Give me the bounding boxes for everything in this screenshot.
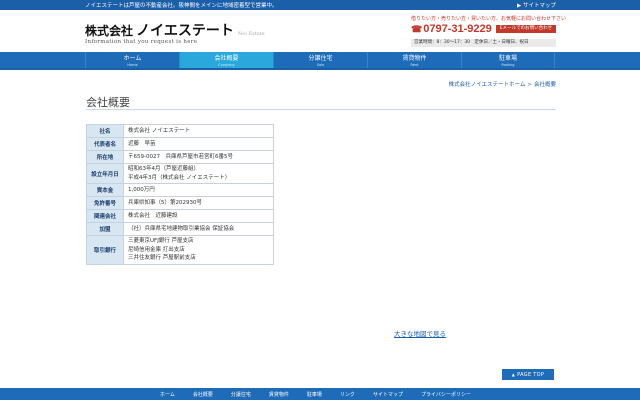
nav-sub-label: Sale bbox=[316, 63, 325, 67]
row-value-line: 三井住友銀行 芦屋駅前支店 bbox=[128, 255, 196, 261]
row-value-line: 昭和63年4月（芦屋近藤組） bbox=[128, 166, 199, 172]
nav-label[interactable]: 駐車場 bbox=[499, 55, 517, 62]
footer-link[interactable]: プライバシーポリシー bbox=[421, 391, 471, 398]
table-row: 設立年月日 昭和63年4月（芦屋近藤組） 平成4年3月（株式会社 ノイエステート） bbox=[86, 163, 274, 184]
page-top-label[interactable]: PAGE TOP bbox=[517, 372, 544, 378]
nav-label[interactable]: 分譲住宅 bbox=[308, 55, 332, 62]
table-row: 所在地 〒659-0027 兵庫県芦屋市若宮町6番5号 bbox=[86, 150, 274, 164]
nav-item-company[interactable]: 会社概要 Company bbox=[179, 52, 273, 68]
table-row: 社名 株式会社 ノイエステート bbox=[86, 124, 274, 138]
table-row: 関連会社 株式会社 近藤建設 bbox=[86, 209, 274, 223]
row-value-line: 近藤 早苗 bbox=[128, 140, 156, 147]
table-row: 免許番号 兵庫県知事（5）第202930号 bbox=[86, 196, 274, 210]
row-label: 加盟 bbox=[86, 222, 124, 236]
sitemap-label[interactable]: サイトマップ bbox=[523, 3, 556, 9]
logo-company-name: ノイエステート bbox=[136, 23, 234, 39]
row-label: 関連会社 bbox=[86, 209, 124, 223]
footer-link[interactable]: 駐車場 bbox=[307, 391, 322, 398]
row-value: 株式会社 近藤建設 bbox=[123, 209, 274, 223]
breadcrumb-current[interactable]: 会社概要 bbox=[534, 82, 556, 88]
global-nav: ホーム Home 会社概要 Company 分譲住宅 Sale 賃貸物件 Rent 駐車… bbox=[0, 52, 640, 70]
row-value: 株式会社 ノイエステート bbox=[123, 124, 274, 138]
page-title: 会社概要 bbox=[86, 96, 130, 109]
contact-message: 借りたい方・売りたい方・買いたい方、お気軽にお問い合わせ下さい bbox=[411, 16, 567, 22]
nav-label[interactable]: 賃貸物件 bbox=[402, 55, 426, 62]
page-top-button[interactable]: ▲ PAGE TOP bbox=[502, 369, 554, 380]
phone-icon: ☎ bbox=[411, 24, 423, 34]
catch-copy: Information that you request is here bbox=[85, 39, 198, 45]
nav-item-parking[interactable]: 駐車場 Parking bbox=[461, 52, 555, 68]
top-bar: ノイエステートは芦屋の不動産会社。阪神間をメインに地域密着型で営業中。 ▶ サイ… bbox=[0, 0, 640, 10]
breadcrumb-separator: > bbox=[527, 82, 532, 88]
nav-label[interactable]: 会社概要 bbox=[214, 55, 238, 62]
row-label: 社名 bbox=[86, 124, 124, 138]
footer-links: ホーム 会社概要 分譲住宅 賃貸物件 駐車場 リンク サイトマップ プライバシー… bbox=[160, 391, 489, 398]
business-hours: 営業時間：8：30～17：30 定休日／土・日曜日、祝日 bbox=[411, 39, 556, 47]
title-divider bbox=[86, 109, 556, 110]
company-info-body: 社名 株式会社 ノイエステート 代表者名 近藤 早苗 所在地 〒659-0027 兵庫県芦… bbox=[86, 124, 274, 265]
row-value-line: 兵庫県知事（5）第202930号 bbox=[128, 199, 202, 206]
row-value-line: 1,000万円 bbox=[128, 186, 155, 193]
nav-sub-label: Company bbox=[218, 63, 235, 67]
footer-link[interactable]: 分譲住宅 bbox=[231, 391, 251, 398]
row-label: 代表者名 bbox=[86, 137, 124, 151]
site-footer: ホーム 会社概要 分譲住宅 賃貸物件 駐車場 リンク サイトマップ プライバシー… bbox=[0, 388, 640, 400]
triangle-up-icon: ▲ bbox=[511, 372, 516, 377]
table-row: 加盟 （社）兵庫県宅地建物取引業協会 保証協会 bbox=[86, 222, 274, 236]
table-row: 資本金 1,000万円 bbox=[86, 183, 274, 197]
row-value: （社）兵庫県宅地建物取引業協会 保証協会 bbox=[123, 222, 274, 236]
row-value-line: （社）兵庫県宅地建物取引業協会 保証協会 bbox=[128, 225, 235, 232]
row-value-line: 〒659-0027 兵庫県芦屋市若宮町6番5号 bbox=[128, 153, 233, 160]
nav-item-rent[interactable]: 賃貸物件 Rent bbox=[367, 52, 461, 68]
email-contact-button[interactable]: Eメールでのお問い合わせ bbox=[496, 25, 556, 33]
tagline: ノイエステートは芦屋の不動産会社。阪神間をメインに地域密着型で営業中。 bbox=[85, 3, 278, 9]
company-info-table: 社名 株式会社 ノイエステート 代表者名 近藤 早苗 所在地 〒659-0027 兵庫県芦… bbox=[86, 124, 274, 265]
nav-sub-label: Parking bbox=[501, 63, 515, 67]
nav-label[interactable]: ホーム bbox=[124, 55, 142, 62]
sitemap-link[interactable]: ▶ サイトマップ bbox=[517, 1, 556, 9]
phone-number[interactable]: ☎0797-31-9229 bbox=[411, 23, 492, 35]
footer-link[interactable]: サイトマップ bbox=[373, 391, 403, 398]
footer-link[interactable]: 会社概要 bbox=[193, 391, 213, 398]
row-value-line: 平成4年3月（株式会社 ノイエステート） bbox=[128, 174, 231, 181]
nav-item-home[interactable]: ホーム Home bbox=[85, 52, 179, 68]
row-value-line: 尼崎信用金庫 打出支店 bbox=[128, 246, 185, 253]
row-value-line: 株式会社 ノイエステート bbox=[128, 127, 191, 134]
row-value: 昭和63年4月（芦屋近藤組） 平成4年3月（株式会社 ノイエステート） bbox=[123, 163, 274, 184]
footer-link[interactable]: ホーム bbox=[160, 391, 175, 398]
nav-sub-label: Home bbox=[127, 63, 138, 67]
table-row: 代表者名 近藤 早苗 bbox=[86, 137, 274, 151]
logo-en-mark: Noi Estate bbox=[237, 31, 265, 37]
row-label: 取引銀行 bbox=[86, 235, 124, 265]
row-value: 兵庫県知事（5）第202930号 bbox=[123, 196, 274, 210]
phone-text[interactable]: 0797-31-9229 bbox=[423, 23, 492, 35]
row-value: 三菱東京UFJ銀行 芦屋支店 尼崎信用金庫 打出支店三井住友銀行 芦屋駅前支店 bbox=[123, 235, 274, 265]
contact-box: 借りたい方・売りたい方・買いたい方、お気軽にお問い合わせ下さい ☎0797-31… bbox=[411, 14, 566, 50]
row-label: 所在地 bbox=[86, 150, 124, 164]
large-map-link[interactable]: 大きな地図で見る bbox=[394, 328, 446, 338]
site-logo[interactable]: 株式会社 ノイエステート Noi Estate bbox=[85, 20, 265, 40]
site-header: 株式会社 ノイエステート Noi Estate Information that y… bbox=[0, 10, 640, 52]
row-value: 1,000万円 bbox=[123, 183, 274, 197]
nav-item-sale[interactable]: 分譲住宅 Sale bbox=[273, 52, 367, 68]
row-label: 免許番号 bbox=[86, 196, 124, 210]
nav-sub-label: Rent bbox=[410, 63, 419, 67]
row-value-line: 株式会社 近藤建設 bbox=[128, 212, 178, 219]
row-label: 設立年月日 bbox=[86, 163, 124, 184]
footer-link[interactable]: 賃貸物件 bbox=[269, 391, 289, 398]
footer-link[interactable]: リンク bbox=[340, 391, 355, 398]
row-label: 資本金 bbox=[86, 183, 124, 197]
breadcrumb: 株式会社ノイエステートホーム > 会社概要 bbox=[449, 80, 556, 88]
row-value: 〒659-0027 兵庫県芦屋市若宮町6番5号 bbox=[123, 150, 274, 164]
row-value-line: 三菱東京UFJ銀行 芦屋支店 bbox=[128, 238, 194, 244]
row-value: 近藤 早苗 bbox=[123, 137, 274, 151]
logo-corp: 株式会社 bbox=[85, 24, 134, 38]
nav-list: ホーム Home 会社概要 Company 分譲住宅 Sale 賃貸物件 Rent 駐車… bbox=[85, 52, 555, 68]
breadcrumb-home-link[interactable]: 株式会社ノイエステートホーム bbox=[449, 82, 526, 88]
table-row: 取引銀行 三菱東京UFJ銀行 芦屋支店 尼崎信用金庫 打出支店三井住友銀行 芦屋駅前… bbox=[86, 235, 274, 265]
